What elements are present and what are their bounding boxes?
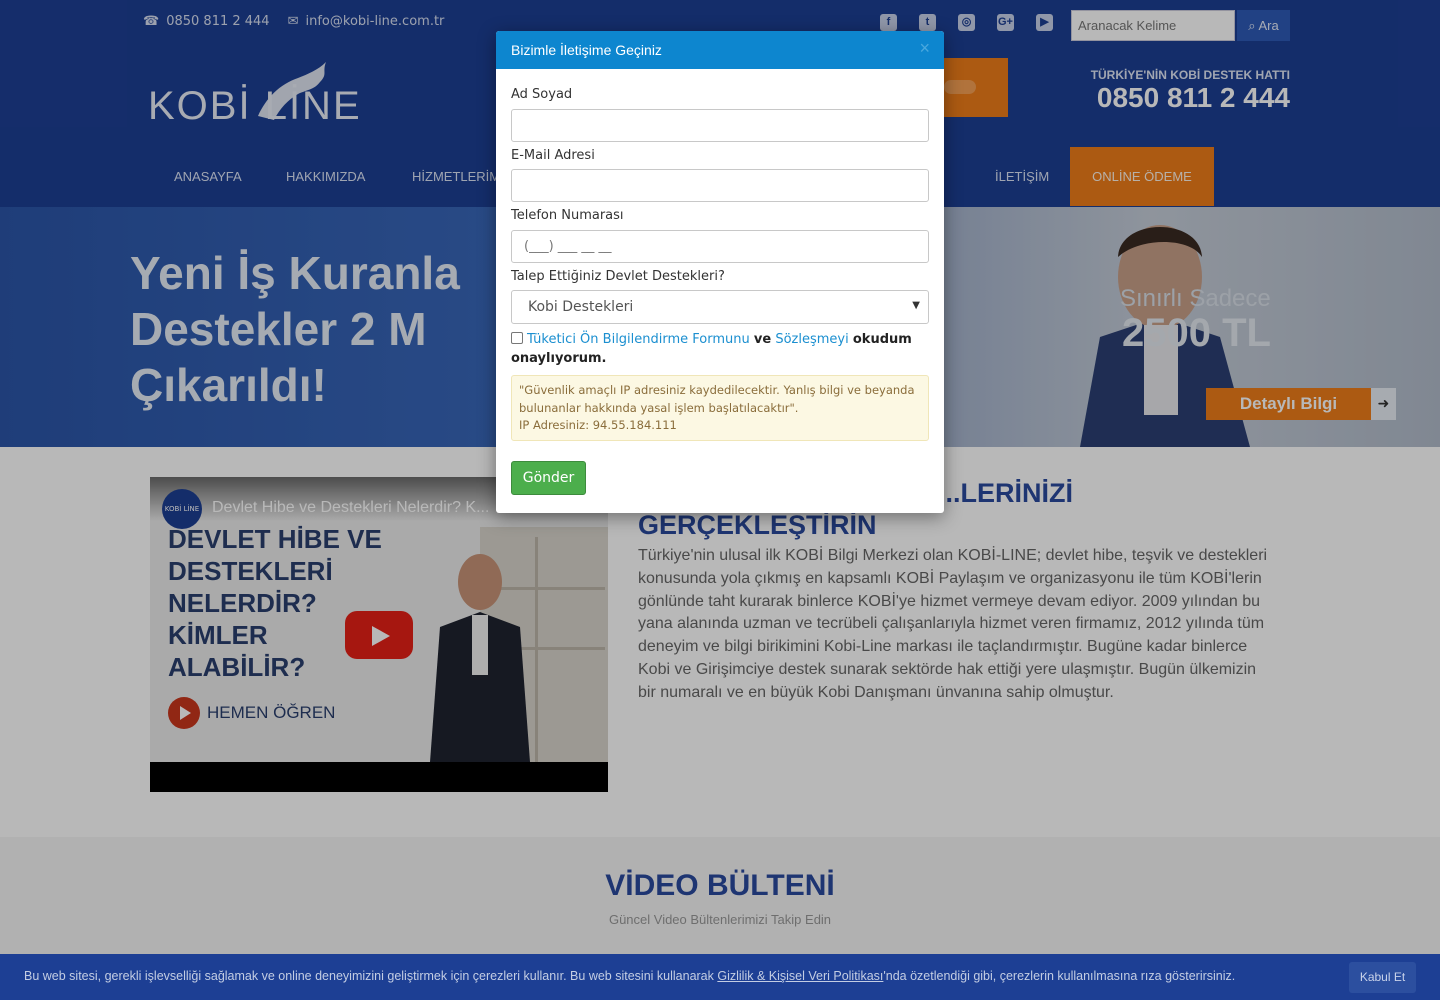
email-label: E-Mail Adresi bbox=[511, 148, 595, 163]
contract-link[interactable]: Sözleşmeyi bbox=[775, 332, 848, 347]
modal-title: Bizimle İletişime Geçiniz bbox=[511, 42, 662, 58]
cookie-text-before: Bu web sitesi, gerekli işlevselliği sağl… bbox=[24, 969, 718, 983]
close-icon[interactable]: × bbox=[919, 39, 930, 57]
consent-and: ve bbox=[753, 332, 772, 347]
consumer-info-form-link[interactable]: Tüketici Ön Bilgilendirme Formunu bbox=[527, 332, 750, 347]
email-field[interactable] bbox=[511, 169, 929, 202]
submit-button[interactable]: Gönder bbox=[511, 461, 586, 495]
contact-modal: Bizimle İletişime Geçiniz × Ad Soyad E-M… bbox=[496, 31, 944, 513]
phone-label: Telefon Numarası bbox=[511, 208, 624, 223]
support-label: Talep Ettiğiniz Devlet Destekleri? bbox=[511, 269, 725, 284]
consent-checkbox[interactable] bbox=[511, 332, 523, 344]
phone-field[interactable]: (___) ___ __ __ bbox=[511, 230, 929, 263]
modal-header: Bizimle İletişime Geçiniz × bbox=[496, 31, 944, 69]
chevron-down-icon: ▼ bbox=[912, 300, 920, 311]
support-select[interactable]: Kobi Destekleri ▼ bbox=[511, 290, 929, 324]
cookie-text-after: 'nda özetlendiği gibi, çerezlerin kullan… bbox=[883, 969, 1236, 983]
ip-address: IP Adresiniz: 94.55.184.111 bbox=[519, 418, 677, 432]
name-field[interactable] bbox=[511, 109, 929, 142]
privacy-policy-link[interactable]: Gizlilik & Kişisel Veri Politikası bbox=[717, 969, 883, 983]
cookie-text: Bu web sitesi, gerekli işlevselliği sağl… bbox=[24, 969, 1235, 983]
support-select-value: Kobi Destekleri bbox=[528, 299, 634, 315]
name-label: Ad Soyad bbox=[511, 87, 573, 102]
consent-text: Tüketici Ön Bilgilendirme Formunu ve Söz… bbox=[511, 330, 929, 368]
accept-cookies-button[interactable]: Kabul Et bbox=[1349, 962, 1416, 993]
cookie-bar: Bu web sitesi, gerekli işlevselliği sağl… bbox=[0, 954, 1440, 1000]
ip-warning-text: "Güvenlik amaçlı IP adresiniz kaydedilec… bbox=[519, 383, 915, 415]
ip-warning-box: "Güvenlik amaçlı IP adresiniz kaydedilec… bbox=[511, 375, 929, 441]
